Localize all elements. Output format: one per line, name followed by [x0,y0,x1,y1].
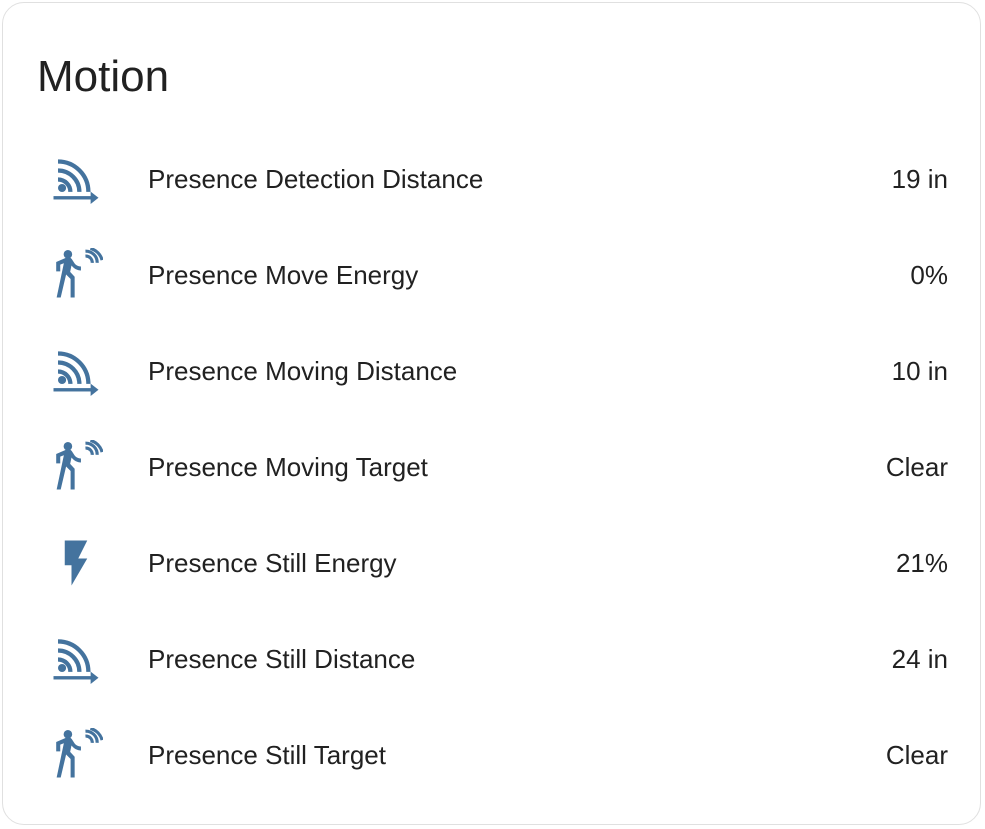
entity-row-presence-moving-target[interactable]: Presence Moving Target Clear [3,419,980,515]
entity-name[interactable]: Presence Moving Target [148,450,428,484]
flash-icon [49,536,103,590]
entity-row-presence-still-distance[interactable]: Presence Still Distance 24 in [3,611,980,707]
entity-name[interactable]: Presence Still Target [148,738,386,772]
entity-name[interactable]: Presence Moving Distance [148,354,457,388]
entity-row-presence-still-energy[interactable]: Presence Still Energy 21% [3,515,980,611]
entity-row-presence-detection-distance[interactable]: Presence Detection Distance 19 in [3,131,980,227]
entity-state[interactable]: 21% [896,546,948,580]
motion-card: Motion Presence Detection Distance 19 in… [2,2,981,825]
entity-state[interactable]: 0% [910,258,948,292]
entity-name[interactable]: Presence Detection Distance [148,162,483,196]
entity-name[interactable]: Presence Still Distance [148,642,415,676]
entity-state[interactable]: Clear [886,450,948,484]
entity-state[interactable]: 24 in [892,642,948,676]
signal-distance-variant-icon [49,344,103,398]
signal-distance-variant-icon [49,632,103,686]
motion-sensor-icon [49,728,103,782]
entity-state[interactable]: 19 in [892,162,948,196]
entity-state[interactable]: 10 in [892,354,948,388]
card-title: Motion [37,52,170,101]
motion-sensor-icon [49,440,103,494]
motion-sensor-icon [49,248,103,302]
entity-state[interactable]: Clear [886,738,948,772]
entity-row-presence-move-energy[interactable]: Presence Move Energy 0% [3,227,980,323]
signal-distance-variant-icon [49,152,103,206]
entity-name[interactable]: Presence Still Energy [148,546,397,580]
entity-row-presence-still-target[interactable]: Presence Still Target Clear [3,707,980,803]
entity-name[interactable]: Presence Move Energy [148,258,418,292]
entity-row-presence-moving-distance[interactable]: Presence Moving Distance 10 in [3,323,980,419]
entity-list: Presence Detection Distance 19 in Presen… [3,131,980,803]
